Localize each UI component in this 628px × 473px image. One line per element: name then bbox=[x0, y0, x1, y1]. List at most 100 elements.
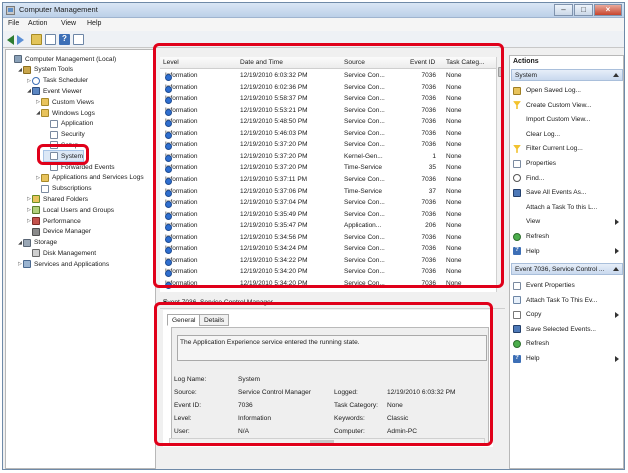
collapse-arrow-icon[interactable] bbox=[613, 267, 619, 271]
submenu-arrow-icon bbox=[615, 311, 619, 318]
tree-item-windows-logs[interactable]: ◢ Windows Logs bbox=[35, 108, 95, 118]
title-bar[interactable]: Computer Management – □ × bbox=[3, 3, 624, 18]
actions-section-event[interactable]: Event 7036, Service Control ... bbox=[511, 263, 623, 275]
action-attach-task-to-this-ev[interactable]: Attach Task To This Ev... bbox=[513, 295, 623, 306]
tree-item-performance[interactable]: ▷ Performance bbox=[26, 216, 81, 226]
scroll-thumb[interactable] bbox=[498, 67, 504, 77]
action-refresh[interactable]: Refresh bbox=[513, 231, 623, 242]
table-row[interactable]: Information 12/19/2010 5:34:24 PM Service … bbox=[160, 243, 505, 255]
help-icon[interactable]: ? bbox=[59, 34, 70, 45]
close-icon[interactable]: × bbox=[163, 299, 499, 306]
table-row[interactable]: Information 12/19/2010 5:37:11 PM Service … bbox=[160, 174, 505, 185]
tree-item-label: Shared Folders bbox=[43, 195, 89, 203]
tree-item-local-users-and-groups[interactable]: ▷ Local Users and Groups bbox=[26, 205, 114, 215]
table-row[interactable]: Information 12/19/2010 5:46:03 PM Service … bbox=[160, 128, 505, 139]
action-import-custom-view[interactable]: Import Custom View... bbox=[513, 114, 623, 125]
table-row[interactable]: Information 12/19/2010 5:35:49 PM Service … bbox=[160, 209, 505, 220]
tree-item-device-manager[interactable]: Device Manager bbox=[26, 227, 91, 237]
tree-item-shared-folders[interactable]: ▷ Shared Folders bbox=[26, 194, 88, 204]
tree-item-services-and-applications[interactable]: ▷ Services and Applications bbox=[17, 259, 109, 269]
tree-item-event-viewer[interactable]: ◢ Event Viewer bbox=[26, 86, 82, 96]
column-level[interactable]: Level bbox=[163, 59, 179, 66]
events-scrollbar[interactable] bbox=[496, 57, 505, 292]
action-find[interactable]: Find... bbox=[513, 173, 623, 184]
level-value: Information bbox=[238, 415, 271, 422]
column-date-time[interactable]: Date and Time bbox=[240, 59, 283, 66]
table-row[interactable]: Information 12/19/2010 6:03:32 PM Service … bbox=[160, 70, 505, 81]
task-category-cell: None bbox=[446, 233, 462, 241]
tree-item-subscriptions[interactable]: Subscriptions bbox=[35, 184, 92, 194]
back-arrow-icon[interactable] bbox=[7, 35, 14, 45]
tree-item-setup[interactable]: Setup bbox=[44, 140, 78, 150]
tree-item-task-scheduler[interactable]: ▷ Task Scheduler bbox=[26, 76, 88, 86]
show-hide-tree-icon[interactable] bbox=[45, 34, 56, 45]
action-attach-a-task-to-this-l[interactable]: Attach a Task To this L... bbox=[513, 202, 623, 213]
event-id-cell: 7036 bbox=[421, 118, 436, 126]
action-view[interactable]: View bbox=[513, 216, 623, 227]
action-properties[interactable]: Properties bbox=[513, 158, 623, 169]
column-source[interactable]: Source bbox=[344, 59, 365, 66]
actions-section-system[interactable]: System bbox=[511, 69, 623, 81]
menu-view[interactable]: View bbox=[61, 20, 76, 27]
action-clear-log[interactable]: Clear Log... bbox=[513, 129, 623, 140]
table-row[interactable]: Information 12/19/2010 5:35:47 PM Applicat… bbox=[160, 220, 505, 232]
show-hide-action-pane-icon[interactable] bbox=[73, 34, 84, 45]
information-icon bbox=[165, 97, 172, 105]
tree-item-custom-views[interactable]: ▷ Custom Views bbox=[35, 97, 94, 107]
table-row[interactable]: Information 12/19/2010 5:37:20 PM Service … bbox=[160, 139, 505, 151]
collapse-arrow-icon[interactable] bbox=[613, 73, 619, 77]
forward-arrow-icon[interactable] bbox=[17, 35, 24, 45]
tree-item-applications-and-services-logs[interactable]: ▷ Applications and Services Logs bbox=[35, 173, 144, 183]
tree-item-forwarded-events[interactable]: Forwarded Events bbox=[44, 162, 115, 172]
tree-item-disk-management[interactable]: Disk Management bbox=[26, 248, 96, 258]
close-button[interactable]: × bbox=[594, 4, 622, 16]
table-row[interactable]: Information 12/19/2010 5:37:04 PM Service … bbox=[160, 197, 505, 209]
tab-general[interactable]: General bbox=[167, 314, 201, 326]
tree-item-system-tools[interactable]: ◢ System Tools bbox=[17, 65, 73, 75]
action-event-properties[interactable]: Event Properties bbox=[513, 280, 623, 291]
help-icon: ? bbox=[513, 247, 521, 256]
column-task-category[interactable]: Task Categ... bbox=[446, 59, 484, 66]
table-row[interactable]: Information 12/19/2010 5:34:20 PM Service … bbox=[160, 266, 505, 278]
action-copy[interactable]: Copy bbox=[513, 309, 623, 320]
tree-item-application[interactable]: Application bbox=[44, 119, 93, 129]
table-row[interactable]: Information 12/19/2010 5:34:22 PM Service … bbox=[160, 255, 505, 266]
scroll-thumb[interactable] bbox=[310, 440, 334, 443]
table-row[interactable]: Information 12/19/2010 5:37:06 PM Time-Ser… bbox=[160, 186, 505, 197]
tree-item-security[interactable]: Security bbox=[44, 130, 85, 140]
table-row[interactable]: Information 12/19/2010 5:34:56 PM Service … bbox=[160, 232, 505, 243]
menu-action[interactable]: Action bbox=[28, 20, 47, 27]
table-row[interactable]: Information 12/19/2010 6:02:36 PM Service … bbox=[160, 82, 505, 93]
table-row[interactable]: Information 12/19/2010 5:48:50 PM Service … bbox=[160, 116, 505, 128]
keywords-value: Classic bbox=[387, 415, 409, 422]
menu-help[interactable]: Help bbox=[87, 20, 101, 27]
action-help[interactable]: ? Help bbox=[513, 353, 623, 364]
action-open-saved-log[interactable]: Open Saved Log... bbox=[513, 85, 623, 96]
events-list: Level Date and Time Source Event ID Task… bbox=[160, 57, 505, 292]
column-event-id[interactable]: Event ID bbox=[410, 59, 435, 66]
maximize-button[interactable]: □ bbox=[574, 4, 593, 16]
minimize-button[interactable]: – bbox=[554, 4, 573, 16]
action-save-all-events-as[interactable]: Save All Events As... bbox=[513, 187, 623, 198]
tree-item-computer-management-local[interactable]: Computer Management (Local) bbox=[8, 54, 116, 64]
event-message-box[interactable]: The Application Experience service enter… bbox=[177, 335, 487, 361]
menu-file[interactable]: File bbox=[8, 20, 19, 27]
date-cell: 12/19/2010 5:46:03 PM bbox=[240, 129, 308, 137]
table-row[interactable]: Information 12/19/2010 5:34:20 PM Service … bbox=[160, 278, 505, 289]
tree-item-system[interactable]: System bbox=[43, 150, 84, 163]
table-row[interactable]: Information 12/19/2010 5:58:37 PM Service … bbox=[160, 93, 505, 105]
action-save-selected-events[interactable]: Save Selected Events... bbox=[513, 324, 623, 335]
action-refresh[interactable]: Refresh bbox=[513, 338, 623, 349]
tree-item-label: Application bbox=[61, 120, 94, 128]
action-filter-current-log[interactable]: Filter Current Log... bbox=[513, 143, 623, 154]
up-folder-icon[interactable] bbox=[31, 34, 42, 45]
tree-item-storage[interactable]: ◢ Storage bbox=[17, 238, 57, 248]
table-row[interactable]: Information 12/19/2010 5:37:20 PM Kernel-G… bbox=[160, 151, 505, 162]
table-row[interactable]: Information 12/19/2010 5:53:21 PM Service … bbox=[160, 105, 505, 116]
tab-details[interactable]: Details bbox=[199, 314, 230, 326]
table-row[interactable]: Information 12/19/2010 5:37:20 PM Time-Ser… bbox=[160, 162, 505, 174]
source-cell: Service Con... bbox=[344, 245, 385, 253]
action-create-custom-view[interactable]: Create Custom View... bbox=[513, 100, 623, 111]
detail-horizontal-scrollbar[interactable] bbox=[169, 438, 485, 445]
action-help[interactable]: ? Help bbox=[513, 246, 623, 257]
